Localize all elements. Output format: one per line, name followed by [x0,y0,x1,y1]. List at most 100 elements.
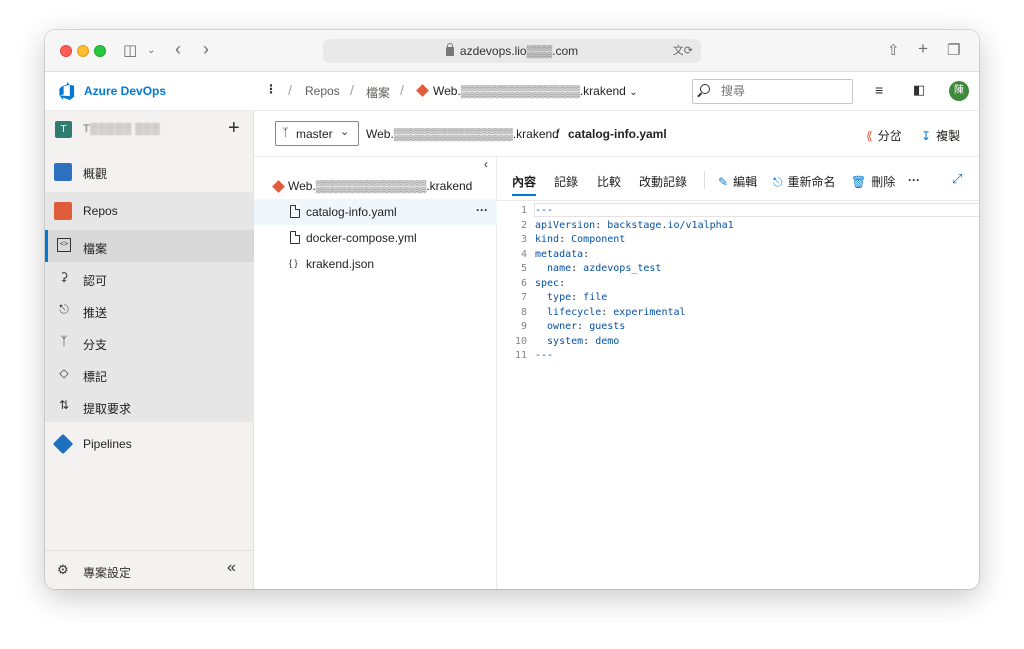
line-number: 2 [520,219,527,231]
repo-selector[interactable]: Web.▒▒▒▒▒▒▒▒▒▒▒▒▒▒.krakend ⌄ [416,84,638,98]
trash-icon: 🗑︎ [851,175,867,189]
more-actions-icon[interactable]: ··· [908,173,920,187]
tree-file-row[interactable]: docker-compose.yml [254,225,497,251]
yaml-separator: : [571,292,584,303]
back-icon[interactable]: ‹ [175,39,181,59]
line-source: spec: [535,277,565,292]
project-badge: T [55,121,72,138]
sidebar-item-label: 認可 [83,274,108,288]
tab-history[interactable]: 記錄 [554,173,578,190]
tree-file-label: catalog-info.yaml [306,205,397,219]
rename-button[interactable]: ⎋ 重新命名 [773,173,836,190]
yaml-separator: : [595,219,608,231]
azure-devops-logo-icon[interactable] [57,82,76,101]
code-line: 1 --- [497,204,979,219]
tab-overview-icon[interactable]: ❐ [947,41,960,61]
yaml-value: file [583,292,608,303]
browser-toolbar: ◫ ⌄ ‹ › azdevops.lio▒▒▒.com 文⟳ ⇧ + ❐ [45,30,979,72]
yaml-separator: : [583,248,590,260]
list-settings-icon[interactable]: ≡ [875,82,883,98]
more-actions-icon[interactable]: ··· [476,203,488,217]
fork-button[interactable]: ⟪ 分岔 [866,127,902,144]
project-settings[interactable]: ⚙ 專案設定 « [45,550,254,589]
tree-root[interactable]: Web.▒▒▒▒▒▒▒▒▒▒▒▒▒.krakend [254,173,497,199]
line-number: 9 [520,321,527,332]
new-tab-icon[interactable]: + [918,39,928,59]
translate-icon[interactable]: 文⟳ [673,39,693,63]
code-line: 11 --- [497,349,979,364]
rename-icon: ⎋ [773,175,783,189]
tree-file-row[interactable]: { } krakend.json [254,251,497,277]
line-number: 10 [514,335,527,347]
sidebar-toggle-icon[interactable]: ◫ [123,41,137,61]
chevron-down-icon: ⌄ [340,126,350,138]
clone-button[interactable]: ↧ 複製 [921,127,960,144]
tab-blame[interactable]: 改動記錄 [639,173,687,190]
path-repo[interactable]: Web.▒▒▒▒▒▒▒▒▒▒▒▒▒▒.krakend [366,127,559,141]
content-tabs: 內容 記錄 比較 改動記錄 ✎ 編輯 ⎋ 重新命名 🗑︎ 刪除 ··· ⤢ [497,157,979,201]
delete-button[interactable]: 🗑︎ 刪除 [851,173,895,190]
yaml-key: apiVersion [535,219,596,231]
tree-file-label: docker-compose.yml [306,231,417,245]
sidebar-item-pushes[interactable]: ⎋ 推送 [45,294,254,326]
repo-icon [272,180,285,193]
yaml-key: system [535,335,584,347]
yaml-value: demo [595,335,620,347]
project-name[interactable]: T▒▒▒▒▒ ▒▒▒ [83,123,160,135]
sidebar-item-repos[interactable]: Repos [45,192,254,230]
tab-compare[interactable]: 比較 [597,173,621,190]
marketplace-bag-icon[interactable]: ◧ [913,82,925,98]
yaml-value: azdevops_test [583,263,662,274]
collapse-sidebar-icon[interactable]: « [227,559,236,577]
zoom-window-button[interactable] [94,45,106,57]
lock-icon [445,43,454,56]
breadcrumb-files[interactable]: 檔案 [366,84,390,101]
ado-header: Azure DevOps ⋮ / Repos / 檔案 / Web.▒▒▒▒▒▒… [45,72,979,111]
gear-icon: ⚙ [57,562,69,577]
branch-selector[interactable]: ᛉ master ⌄ [275,121,359,146]
code-line: 6 spec: [497,277,979,292]
chevron-down-icon[interactable]: ⌄ [147,41,155,61]
more-vertical-icon[interactable]: ⋮ [265,82,277,96]
sidebar-item-tags[interactable]: ◇ 標記 [45,358,254,390]
commit-icon: ⚳ [59,270,69,284]
fullscreen-icon[interactable]: ⤢ [952,171,962,187]
edit-button[interactable]: ✎ 編輯 [718,173,757,190]
address-bar[interactable]: azdevops.lio▒▒▒.com 文⟳ [323,39,701,63]
sidebar-item-overview[interactable]: 概觀 [45,153,254,191]
pull-request-icon: ⇅ [58,398,70,412]
tree-file-row[interactable]: catalog-info.yaml ··· [254,199,497,225]
add-icon[interactable]: + [228,117,240,140]
forward-icon[interactable]: › [203,39,209,59]
breadcrumb-repos[interactable]: Repos [305,84,340,98]
sidebar-item-branches[interactable]: ᛉ 分支 [45,326,254,358]
path-file: catalog-info.yaml [568,127,667,141]
sidebar-item-commits[interactable]: ⚳ 認可 [45,262,254,294]
search-input[interactable] [721,84,841,98]
tab-contents[interactable]: 內容 [512,173,537,196]
sidebar-item-pull-requests[interactable]: ⇅ 提取要求 [45,390,254,422]
sidebar-item-pipelines[interactable]: Pipelines [45,425,254,463]
browser-window: ◫ ⌄ ‹ › azdevops.lio▒▒▒.com 文⟳ ⇧ + ❐ Azu… [45,30,979,589]
yaml-key: owner [535,321,578,332]
sidebar-item-files[interactable]: <> 檔案 [45,230,254,262]
yaml-value: backstage.io/v1alpha1 [607,219,734,231]
brand-name[interactable]: Azure DevOps [84,84,166,98]
line-source: --- [535,204,553,219]
code-editor[interactable]: 1 --- 2 apiVersion: backstage.io/v1alpha1 3 k… [497,201,979,589]
avatar[interactable]: 陳 [949,81,969,101]
minimize-window-button[interactable] [77,45,89,57]
branch-name: master [296,127,333,141]
branch-icon: ᛉ [282,127,289,139]
share-icon[interactable]: ⇧ [887,41,900,61]
line-number: 3 [520,234,527,245]
collapse-tree-icon[interactable]: ‹ [484,157,488,171]
yaml-separator: : [559,277,566,289]
branch-icon: ᛉ [60,334,68,348]
tree-root-label: Web.▒▒▒▒▒▒▒▒▒▒▒▒▒.krakend [288,179,473,193]
close-window-button[interactable] [60,45,72,57]
yaml-key: spec [535,277,560,289]
search-box[interactable] [692,79,853,104]
code-line: 7 type: file [497,291,979,306]
project-row[interactable]: T T▒▒▒▒▒ ▒▒▒ + [45,111,254,149]
